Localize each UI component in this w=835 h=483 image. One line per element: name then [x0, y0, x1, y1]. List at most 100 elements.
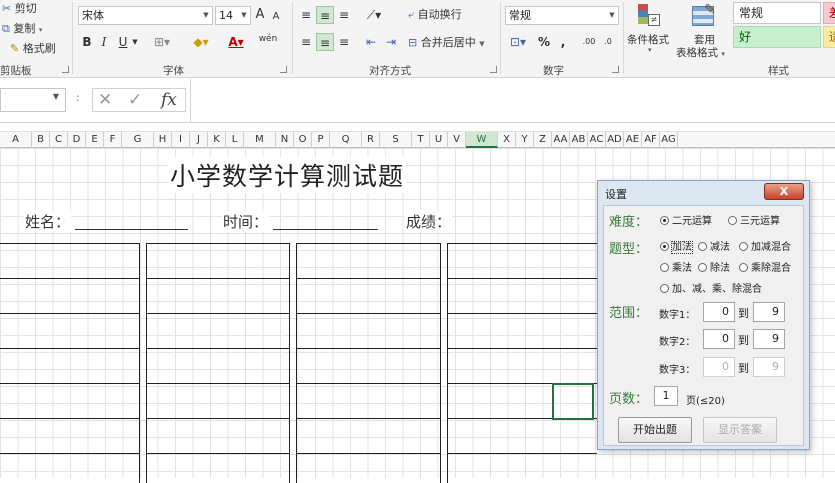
number3-from-input[interactable]: 0 — [703, 357, 735, 377]
column-header-j[interactable]: J — [190, 132, 208, 148]
number1-to-input[interactable]: 9 — [753, 302, 785, 322]
align-bottom-icon[interactable]: ≡ — [336, 6, 352, 24]
pages-input[interactable]: 1 — [654, 386, 678, 406]
column-header-m[interactable]: M — [244, 132, 276, 148]
align-right-icon[interactable]: ≡ — [336, 33, 352, 51]
align-center-icon[interactable]: ≡ — [316, 33, 334, 51]
number-format-select[interactable]: 常规 ▼ — [505, 6, 619, 25]
style-bad[interactable]: 差 — [823, 2, 835, 24]
column-header-s[interactable]: S — [380, 132, 412, 148]
column-header-k[interactable]: K — [208, 132, 226, 148]
column-header-v[interactable]: V — [448, 132, 466, 148]
dialog-titlebar[interactable]: 设置 X — [598, 181, 809, 205]
table-format-button[interactable]: 表格格式 ▾ — [676, 45, 725, 60]
radio-ternary[interactable]: 三元运算 — [728, 215, 780, 229]
column-header-c[interactable]: C — [50, 132, 68, 148]
number3-to-input[interactable]: 9 — [753, 357, 785, 377]
enter-icon[interactable]: ✓ — [128, 90, 142, 110]
italic-button[interactable]: I — [98, 33, 110, 51]
column-header-i[interactable]: I — [172, 132, 190, 148]
percent-button[interactable]: % — [537, 33, 551, 51]
column-header-b[interactable]: B — [32, 132, 50, 148]
fx-icon[interactable]: fx — [161, 90, 177, 110]
decrease-indent-icon[interactable]: ⇤ — [362, 33, 380, 51]
column-header-ae[interactable]: AE — [624, 132, 642, 148]
column-header-y[interactable]: Y — [516, 132, 534, 148]
shrink-font-button[interactable]: A — [270, 8, 282, 26]
clipboard-launcher-icon[interactable] — [62, 66, 69, 73]
column-header-q[interactable]: Q — [330, 132, 362, 148]
style-neutral[interactable]: 适 — [823, 26, 835, 48]
column-header-l[interactable]: L — [226, 132, 244, 148]
bold-button[interactable]: B — [80, 33, 94, 51]
font-color-icon[interactable]: A▾ — [224, 33, 248, 51]
underline-button[interactable]: U — [116, 33, 130, 51]
merge-center-button[interactable]: ⊟ 合并后居中 ▼ — [408, 34, 485, 50]
conditional-format-icon[interactable]: ≠ — [636, 2, 660, 30]
style-good[interactable]: 好 — [733, 26, 821, 48]
column-header-ad[interactable]: AD — [606, 132, 624, 148]
column-header-aa[interactable]: AA — [552, 132, 570, 148]
column-header-n[interactable]: N — [276, 132, 294, 148]
chevron-down-icon[interactable]: ▼ — [130, 33, 140, 51]
column-header-w[interactable]: W — [466, 132, 498, 148]
show-answer-button[interactable]: 显示答案 — [703, 417, 777, 443]
style-normal[interactable]: 常规 — [733, 2, 821, 24]
column-header-e[interactable]: E — [86, 132, 104, 148]
number1-from-input[interactable]: 0 — [703, 302, 735, 322]
column-header-d[interactable]: D — [68, 132, 86, 148]
table-format-icon[interactable]: ✎ — [690, 2, 718, 30]
wrap-text-button[interactable]: ⤶ 自动换行 — [408, 6, 462, 22]
comma-button[interactable]: , — [558, 33, 568, 51]
fill-color-icon[interactable]: ◆▾ — [190, 33, 212, 51]
column-header-ac[interactable]: AC — [588, 132, 606, 148]
close-button[interactable]: X — [764, 183, 804, 200]
column-header-a[interactable]: A — [0, 132, 32, 148]
column-header-x[interactable]: X — [498, 132, 516, 148]
grow-font-button[interactable]: A — [253, 6, 267, 24]
selected-cell[interactable] — [552, 383, 594, 420]
cancel-icon[interactable]: ✕ — [98, 90, 112, 110]
name-box[interactable]: ▼ — [0, 88, 66, 112]
decrease-decimal-button[interactable]: .0 — [600, 33, 616, 51]
number2-to-input[interactable]: 9 — [753, 329, 785, 349]
column-header-h[interactable]: H — [154, 132, 172, 148]
column-header-ag[interactable]: AG — [660, 132, 678, 148]
conditional-format-button[interactable]: 条件格式 — [627, 32, 669, 47]
column-header-o[interactable]: O — [294, 132, 312, 148]
align-left-icon[interactable]: ≡ — [298, 33, 314, 51]
copy-button[interactable]: ⧉ 复制 ▾ — [2, 20, 42, 36]
radio-binary[interactable]: 二元运算 — [660, 215, 712, 229]
number2-from-input[interactable]: 0 — [703, 329, 735, 349]
formula-input[interactable] — [190, 79, 835, 123]
column-header-f[interactable]: F — [104, 132, 122, 148]
radio-add-sub-mixed[interactable]: 加减混合 — [739, 241, 791, 255]
radio-multiply[interactable]: 乘法 — [660, 262, 692, 276]
align-top-icon[interactable]: ≡ — [298, 6, 314, 24]
column-header-z[interactable]: Z — [534, 132, 552, 148]
column-header-t[interactable]: T — [412, 132, 430, 148]
start-button[interactable]: 开始出题 — [618, 417, 692, 443]
column-header-ab[interactable]: AB — [570, 132, 588, 148]
increase-decimal-button[interactable]: .00 — [580, 33, 598, 51]
column-header-af[interactable]: AF — [642, 132, 660, 148]
column-header-p[interactable]: P — [312, 132, 330, 148]
alignment-launcher-icon[interactable] — [490, 66, 497, 73]
radio-all-mixed[interactable]: 加、减、乘、除混合 — [660, 283, 762, 297]
radio-mul-div-mixed[interactable]: 乘除混合 — [739, 262, 791, 276]
font-name-select[interactable]: 宋体 ▼ — [78, 6, 213, 25]
format-painter-button[interactable]: ✎ 格式刷 — [10, 40, 56, 56]
radio-subtract[interactable]: 减法 — [698, 241, 730, 255]
border-icon[interactable]: ⊞▾ — [150, 33, 174, 51]
column-header-r[interactable]: R — [362, 132, 380, 148]
cut-button[interactable]: ✂ 剪切 — [2, 0, 37, 16]
orientation-icon[interactable]: ⟋▾ — [362, 6, 386, 24]
number-launcher-icon[interactable] — [612, 66, 619, 73]
radio-divide[interactable]: 除法 — [698, 262, 730, 276]
font-size-select[interactable]: 14 ▼ — [215, 6, 251, 25]
phonetic-button[interactable]: wén — [258, 30, 278, 48]
column-header-u[interactable]: U — [430, 132, 448, 148]
align-middle-icon[interactable]: ≡ — [316, 6, 334, 24]
accounting-format-icon[interactable]: ⊡▾ — [506, 33, 530, 51]
increase-indent-icon[interactable]: ⇥ — [382, 33, 400, 51]
